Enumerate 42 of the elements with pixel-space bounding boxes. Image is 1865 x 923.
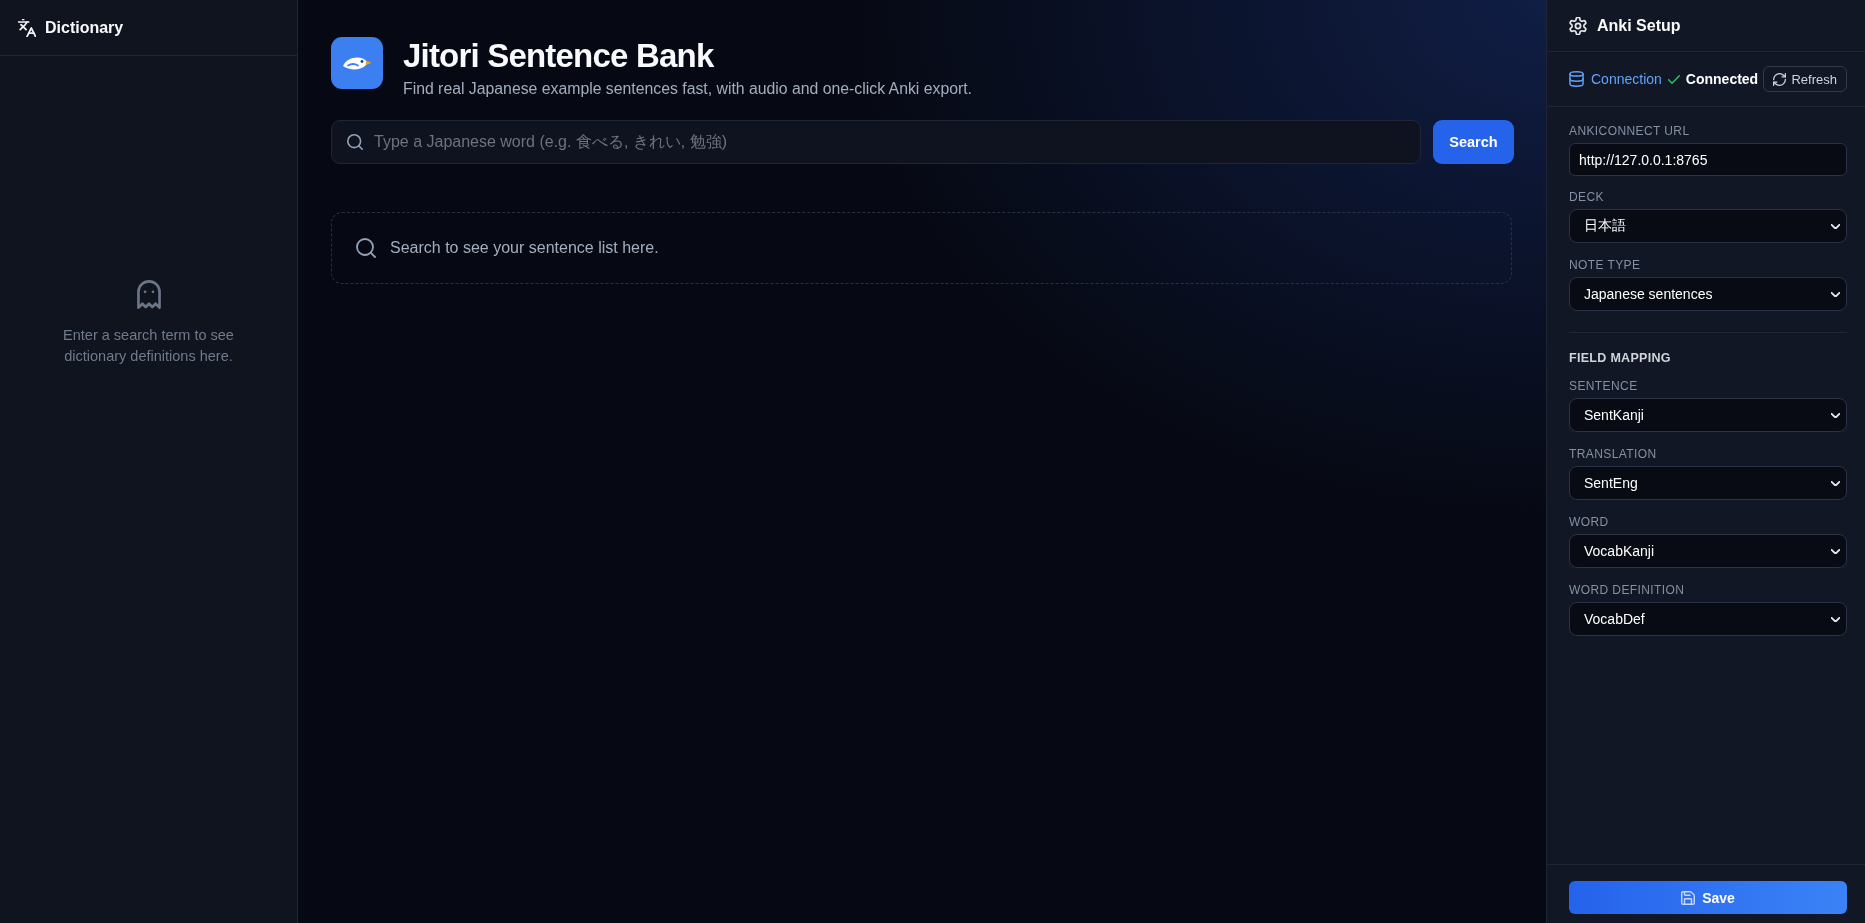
dropdown[interactable]: VocabDef: [1569, 602, 1847, 636]
chevron-down-icon: [1831, 291, 1840, 297]
bird-logo-icon: [331, 37, 383, 89]
search-field[interactable]: Type a Japanese word (e.g. 食べる, きれい, 勉強): [331, 120, 1421, 164]
refresh-button[interactable]: Refresh: [1763, 66, 1847, 92]
database-icon: [1569, 71, 1584, 87]
save-button[interactable]: Save: [1569, 881, 1847, 914]
dropdown[interactable]: SentEng: [1569, 466, 1847, 500]
dropdown[interactable]: SentKanji: [1569, 398, 1847, 432]
app-subtitle: Find real Japanese example sentences fast, with audio and one-click Anki export.: [403, 79, 972, 99]
field-label: WORD: [1569, 515, 1609, 529]
search-icon: [356, 238, 376, 258]
settings-icon: [1569, 16, 1587, 35]
chevron-down-icon: [1831, 480, 1840, 486]
field-label: WORD DEFINITION: [1569, 583, 1685, 597]
dropdown[interactable]: 日本語: [1569, 209, 1847, 243]
dropdown[interactable]: VocabKanji: [1569, 534, 1847, 568]
chevron-down-icon: [1831, 616, 1840, 622]
empty-results-message: Search to see your sentence list here.: [390, 239, 659, 257]
search-button[interactable]: Search: [1433, 120, 1514, 164]
field-label: ANKICONNECT URL: [1569, 124, 1690, 138]
connection-label: Connection: [1591, 71, 1662, 87]
app-title: Jitori Sentence Bank: [403, 37, 714, 75]
field-label: SENTENCE: [1569, 379, 1638, 393]
text-input[interactable]: http://127.0.0.1:8765: [1569, 143, 1847, 176]
chevron-down-icon: [1831, 412, 1840, 418]
save-icon: [1681, 890, 1696, 905]
field-label: NOTE TYPE: [1569, 258, 1641, 272]
refresh-icon: [1773, 72, 1787, 86]
section-title: FIELD MAPPING: [1569, 351, 1671, 365]
chevron-down-icon: [1831, 223, 1840, 229]
dropdown[interactable]: Japanese sentences: [1569, 277, 1847, 311]
field-label: TRANSLATION: [1569, 447, 1657, 461]
empty-state-message: Enter a search term to see dictionary definitions here.: [62, 326, 235, 366]
panel-title: Anki Setup: [1597, 16, 1681, 35]
chevron-down-icon: [1831, 548, 1840, 554]
sidebar-title: Dictionary: [45, 18, 124, 37]
connection-status: Connected: [1685, 71, 1759, 87]
field-label: DECK: [1569, 190, 1604, 204]
ghost-icon: [136, 280, 161, 309]
search-icon: [347, 134, 363, 150]
translate-icon: [18, 18, 36, 37]
